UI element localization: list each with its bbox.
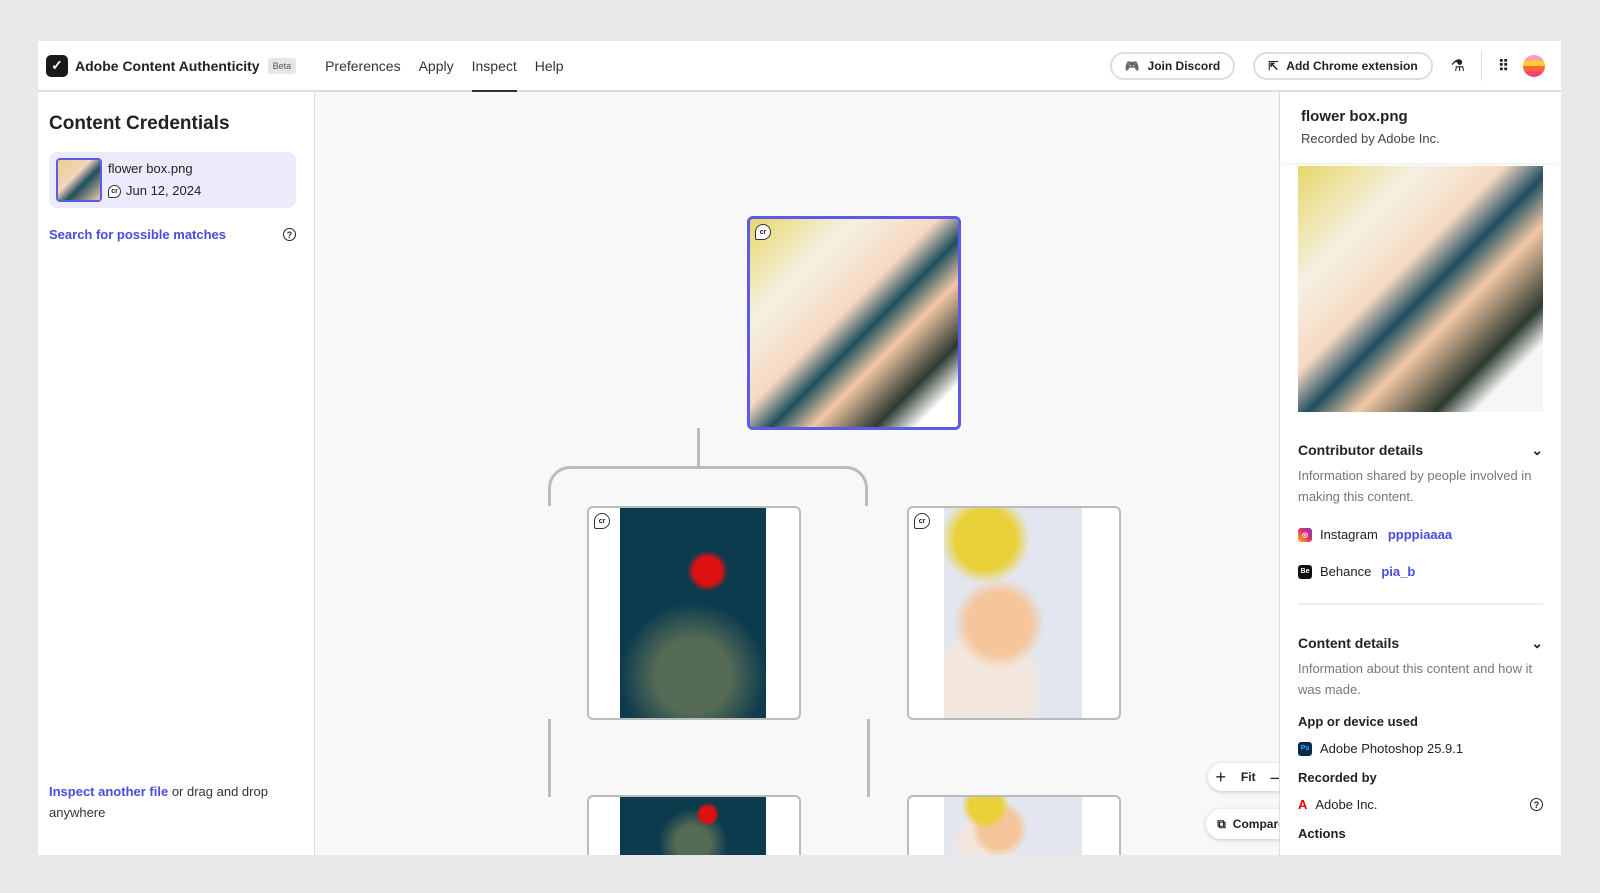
join-discord-label: Join Discord — [1147, 58, 1221, 73]
details-panel: flower box.png Recorded by Adobe Inc. Co… — [1279, 92, 1561, 855]
connector — [697, 428, 700, 468]
account-instagram: ◎ Instagram ppppiaaaa — [1298, 527, 1543, 542]
compare-label: Compare — [1232, 817, 1285, 831]
app-name: Adobe Photoshop 25.9.1 — [1320, 741, 1464, 756]
node-flower-box[interactable]: cr — [747, 216, 961, 430]
red-flowers-image — [620, 797, 766, 855]
platform-label: Behance — [1320, 564, 1372, 579]
fit-button[interactable]: Fit — [1241, 770, 1256, 784]
tab-preferences[interactable]: Preferences — [316, 41, 409, 90]
tab-inspect[interactable]: Inspect — [463, 41, 526, 92]
tab-apply[interactable]: Apply — [410, 41, 463, 90]
recorded-by-value: Adobe Inc. — [1315, 797, 1378, 812]
chevron-down-icon[interactable]: ⌄ — [1531, 635, 1543, 652]
connector — [867, 719, 870, 797]
account-behance: Be Behance pia_b — [1298, 564, 1543, 579]
bouquet-image — [944, 797, 1082, 855]
node-ingredient-red-flowers[interactable]: cr — [587, 506, 801, 720]
bouquet-image — [944, 508, 1082, 718]
avatar[interactable] — [1523, 54, 1545, 77]
content-credential-icon: cr — [594, 513, 610, 529]
content-desc: Information about this content and how i… — [1298, 661, 1533, 697]
platform-label: Instagram — [1320, 527, 1378, 542]
connector — [548, 719, 551, 797]
help-icon[interactable]: ? — [283, 228, 296, 241]
detail-preview-image — [1298, 166, 1543, 412]
join-discord-button[interactable]: 🎮 Join Discord — [1109, 51, 1236, 80]
compare-icon: ⧉ — [1217, 816, 1226, 831]
help-icon[interactable]: ? — [1530, 798, 1543, 811]
content-credential-icon: cr — [108, 185, 121, 199]
content-credential-icon: cr — [755, 224, 771, 240]
top-bar: ✓ Adobe Content Authenticity Beta Prefer… — [38, 41, 1561, 92]
recorded-by-row: A Adobe Inc.? — [1298, 797, 1543, 812]
app-label: App or device used — [1298, 714, 1418, 729]
content-credential-icon: cr — [914, 513, 930, 529]
app-row: Ps Adobe Photoshop 25.9.1 — [1298, 741, 1543, 756]
recorded-by-label: Recorded by — [1298, 770, 1377, 785]
instagram-handle-link[interactable]: ppppiaaaa — [1388, 527, 1452, 542]
detail-recorded: Recorded by Adobe Inc. — [1301, 131, 1440, 146]
behance-icon: Be — [1298, 564, 1312, 579]
photoshop-icon: Ps — [1298, 741, 1312, 756]
add-chrome-extension-button[interactable]: ⇱ Add Chrome extension — [1253, 51, 1433, 80]
node-ingredient-red-flowers-child[interactable] — [587, 795, 801, 855]
contributor-section: Contributor details ⌄ Information shared … — [1298, 412, 1543, 605]
node-ingredient-bouquet-child[interactable] — [907, 795, 1121, 855]
app-window: ✓ Adobe Content Authenticity Beta Prefer… — [38, 41, 1561, 855]
instagram-icon: ◎ — [1298, 527, 1312, 542]
contributor-desc: Information shared by people involved in… — [1298, 468, 1532, 504]
content-title: Content details — [1298, 635, 1400, 651]
zoom-in-button[interactable]: + — [1215, 767, 1226, 788]
inspect-another-file-link[interactable]: Inspect another file — [49, 784, 168, 799]
connector — [548, 466, 868, 506]
apps-grid-icon[interactable]: ⠿ — [1498, 57, 1509, 75]
content-section: Content details ⌄ Information about this … — [1298, 605, 1543, 841]
left-sidebar: Content Credentials flower box.png cr Jun… — [38, 92, 315, 855]
node-ingredient-bouquet[interactable]: cr — [907, 506, 1121, 720]
file-card[interactable]: flower box.png cr Jun 12, 2024 — [49, 152, 296, 208]
red-flowers-image — [620, 508, 766, 718]
main-nav: Preferences Apply Inspect Help — [316, 41, 573, 92]
file-thumbnail — [56, 158, 102, 202]
behance-handle-link[interactable]: pia_b — [1381, 564, 1415, 579]
chevron-down-icon[interactable]: ⌄ — [1531, 442, 1543, 459]
contributor-title: Contributor details — [1298, 442, 1424, 458]
add-chrome-label: Add Chrome extension — [1286, 58, 1418, 73]
app-title: Adobe Content Authenticity — [75, 57, 260, 74]
tab-help[interactable]: Help — [526, 41, 573, 90]
divider — [1481, 50, 1482, 81]
actions-label: Actions — [1298, 826, 1346, 841]
app-logo-icon: ✓ — [46, 54, 68, 77]
sidebar-title: Content Credentials — [49, 113, 230, 134]
discord-icon: 🎮 — [1124, 58, 1140, 73]
detail-file-name: flower box.png — [1301, 108, 1408, 125]
adobe-logo-icon: A — [1298, 797, 1308, 812]
lab-flask-icon[interactable]: ⚗ — [1451, 56, 1465, 76]
file-date: Jun 12, 2024 — [126, 183, 202, 198]
flower-box-image — [750, 219, 958, 427]
search-matches-link[interactable]: Search for possible matches — [49, 227, 226, 242]
external-link-icon: ⇱ — [1268, 58, 1279, 73]
file-name: flower box.png — [108, 161, 193, 176]
provenance-canvas[interactable]: cr cr cr + Fit — ⧉Compare — [315, 92, 1296, 855]
beta-badge: Beta — [267, 57, 297, 74]
